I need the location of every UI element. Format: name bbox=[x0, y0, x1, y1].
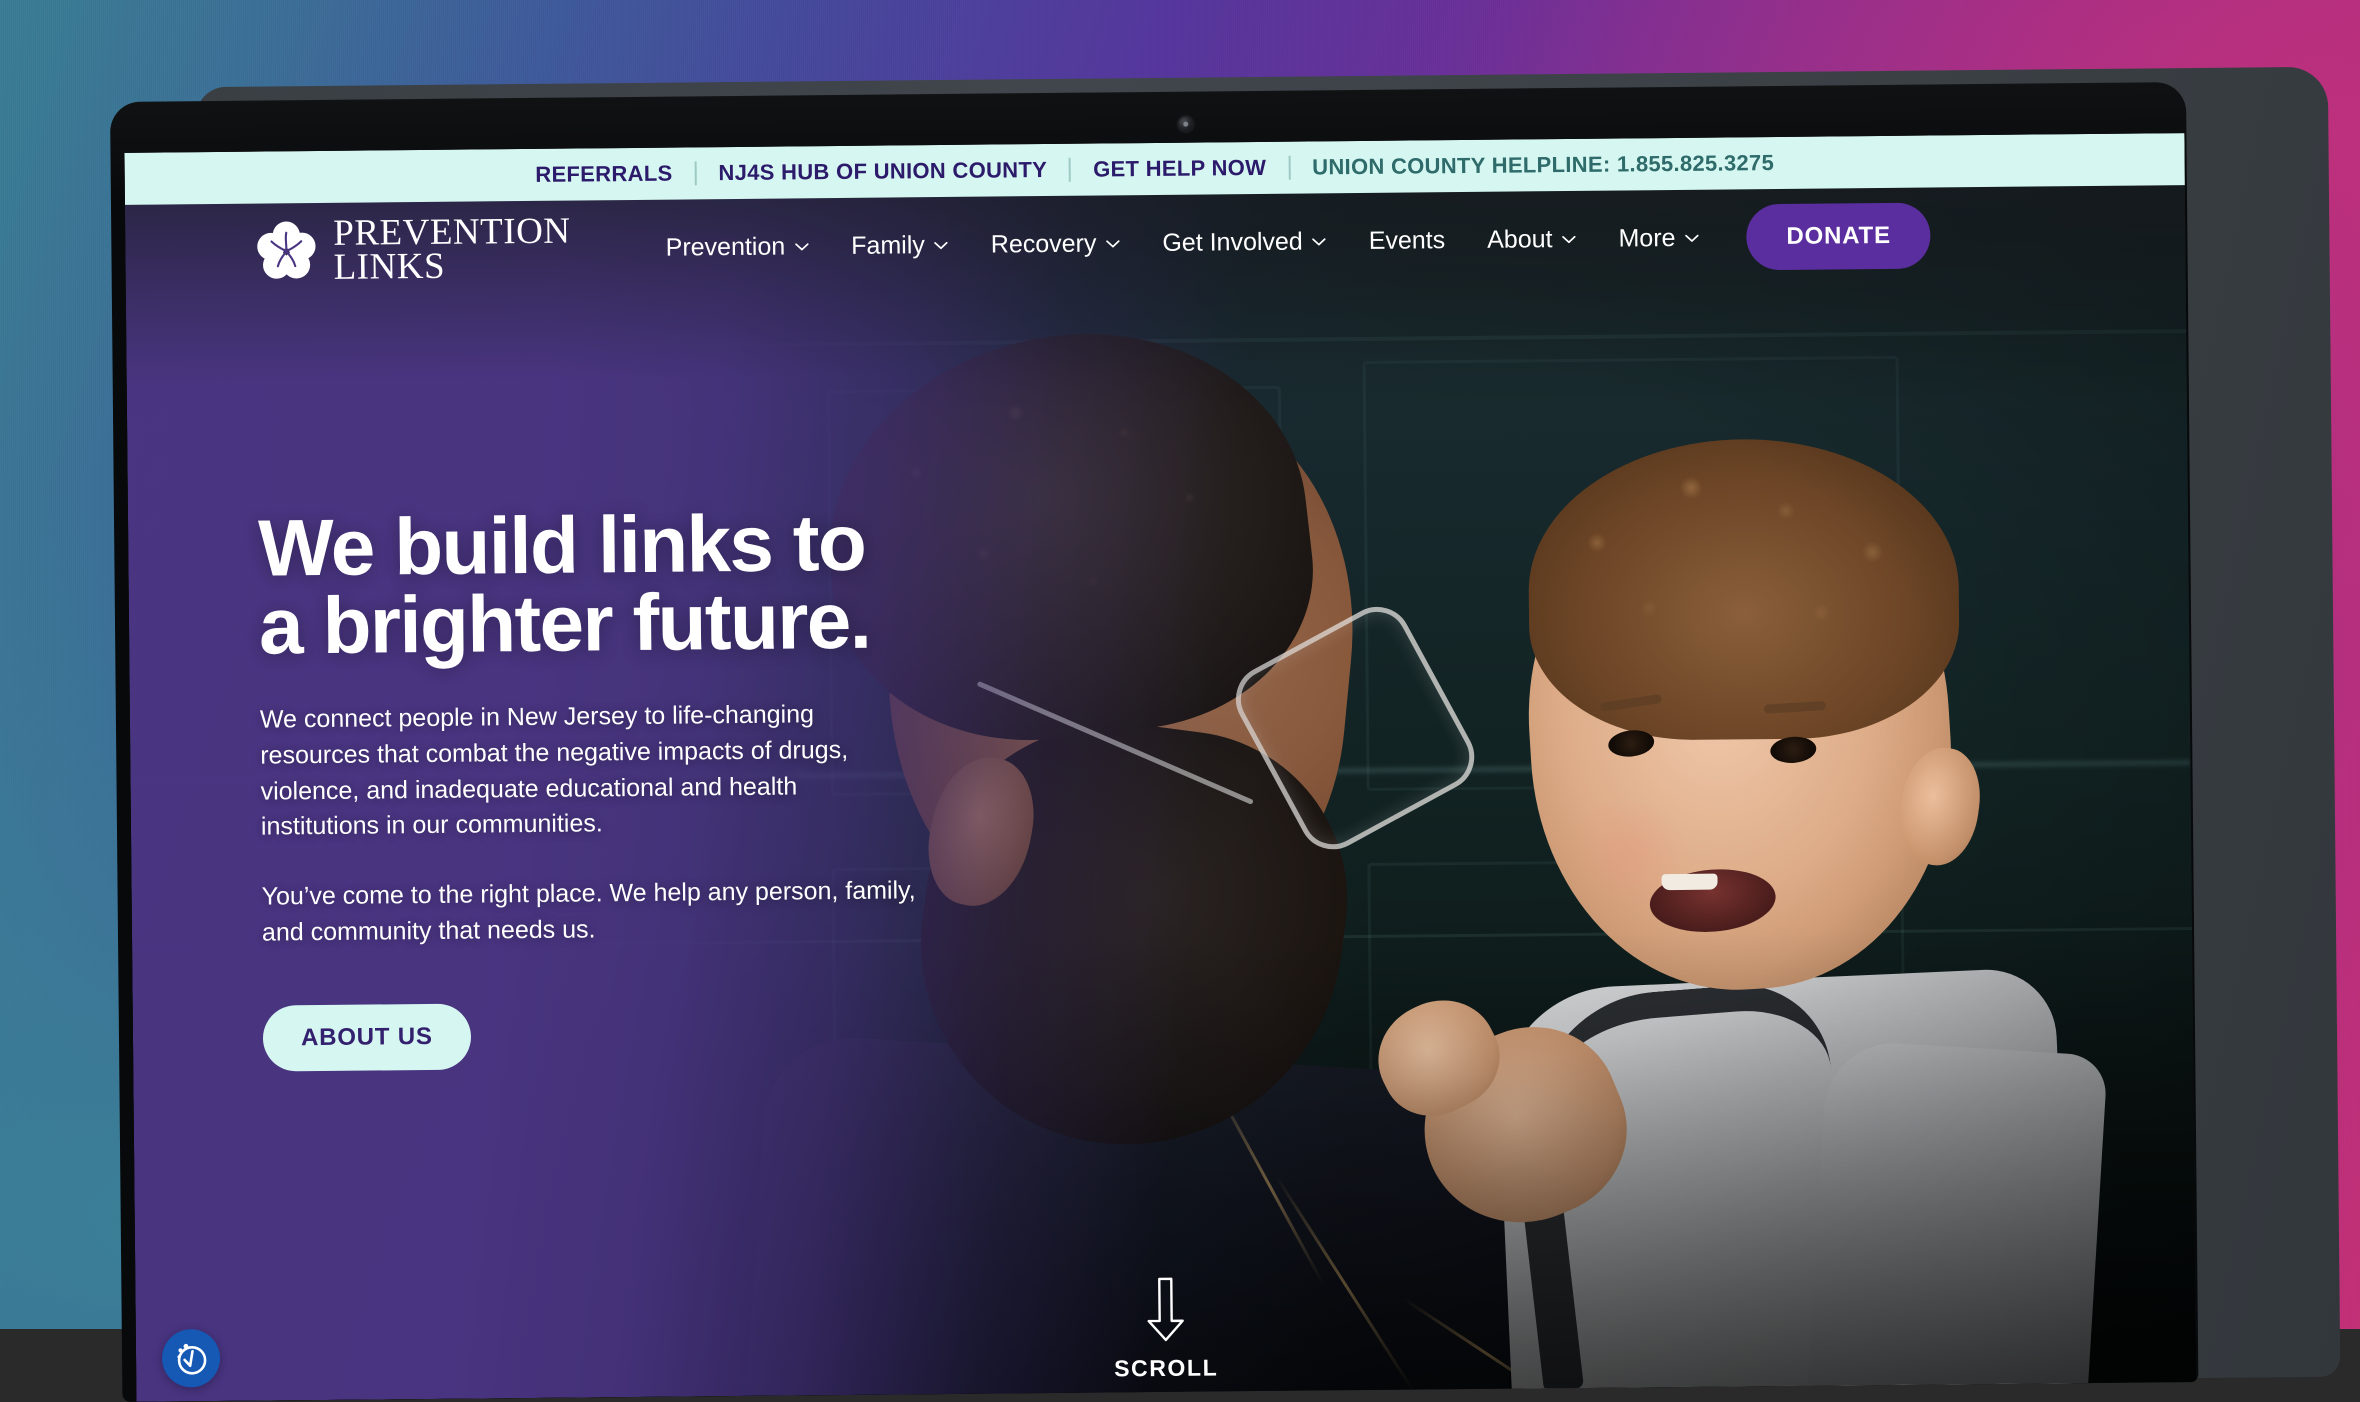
webcam-dot-icon bbox=[1178, 117, 1193, 132]
nav-item-label: More bbox=[1618, 223, 1675, 253]
nav-item-label: Get Involved bbox=[1162, 227, 1303, 257]
hero-title: We build links to a brighter future. bbox=[258, 503, 959, 665]
nav-item-label: About bbox=[1487, 225, 1553, 255]
logo-line-2: LINKS bbox=[333, 249, 571, 285]
nav-item-label: Family bbox=[851, 231, 925, 261]
chevron-down-icon bbox=[794, 242, 809, 251]
nav-item-events[interactable]: Events bbox=[1348, 215, 1467, 265]
chevron-down-icon bbox=[1105, 239, 1120, 248]
chevron-down-icon bbox=[934, 240, 949, 249]
prevention-links-pinwheel-logo-icon bbox=[255, 220, 318, 283]
topbar-link-nj4s-hub[interactable]: NJ4S HUB OF UNION COUNTY bbox=[696, 157, 1069, 187]
accessibility-checkmark-icon bbox=[171, 1338, 211, 1378]
topbar-link-referrals[interactable]: REFERRALS bbox=[513, 160, 694, 188]
nav-item-more[interactable]: More bbox=[1597, 213, 1720, 263]
nav-item-label: Prevention bbox=[666, 232, 786, 262]
nav-item-label: Recovery bbox=[991, 229, 1097, 259]
hero-paragraph-1: We connect people in New Jersey to life-… bbox=[260, 696, 921, 845]
logo-line-1: PREVENTION bbox=[333, 215, 571, 251]
laptop-device: REFERRALS NJ4S HUB OF UNION COUNTY GET H… bbox=[110, 81, 2262, 1391]
hero-copy-block: We build links to a brighter future. We … bbox=[258, 503, 963, 1071]
accessibility-widget-button[interactable] bbox=[162, 1329, 221, 1388]
chevron-down-icon bbox=[1684, 233, 1699, 242]
browser-screen: REFERRALS NJ4S HUB OF UNION COUNTY GET H… bbox=[124, 133, 2196, 1402]
nav-item-about[interactable]: About bbox=[1466, 214, 1598, 264]
utility-topbar-links: REFERRALS NJ4S HUB OF UNION COUNTY GET H… bbox=[513, 150, 1796, 188]
main-navigation: PREVENTION LINKS Prevention Family bbox=[125, 185, 2186, 301]
nav-item-get-involved[interactable]: Get Involved bbox=[1141, 217, 1348, 268]
laptop-bezel: REFERRALS NJ4S HUB OF UNION COUNTY GET H… bbox=[110, 82, 2198, 1402]
hero-paragraph-2: You’ve come to the right place. We help … bbox=[261, 873, 922, 951]
webcam-lens bbox=[1183, 122, 1188, 127]
scroll-indicator[interactable]: SCROLL bbox=[1113, 1276, 1218, 1382]
site-logo-wordmark: PREVENTION LINKS bbox=[333, 215, 571, 285]
topbar-link-union-county-helpline[interactable]: UNION COUNTY HELPLINE: 1.855.825.3275 bbox=[1290, 150, 1796, 181]
nav-item-recovery[interactable]: Recovery bbox=[970, 219, 1142, 270]
arrow-down-icon bbox=[1145, 1277, 1186, 1343]
nav-item-family[interactable]: Family bbox=[830, 220, 970, 270]
about-us-button[interactable]: ABOUT US bbox=[263, 1003, 471, 1071]
hero-section: PREVENTION LINKS Prevention Family bbox=[125, 185, 2196, 1402]
chevron-down-icon bbox=[1312, 237, 1327, 246]
nav-item-prevention[interactable]: Prevention bbox=[644, 222, 830, 273]
nav-item-label: Events bbox=[1369, 226, 1446, 256]
chevron-down-icon bbox=[1561, 234, 1576, 243]
topbar-link-get-help-now[interactable]: GET HELP NOW bbox=[1071, 155, 1288, 183]
primary-nav-links: Prevention Family Recovery Get I bbox=[644, 203, 1931, 281]
scroll-label: SCROLL bbox=[1114, 1354, 1218, 1382]
hero-title-line-2: a brighter future. bbox=[259, 575, 871, 670]
donate-button[interactable]: DONATE bbox=[1746, 203, 1931, 271]
site-logo-link[interactable]: PREVENTION LINKS bbox=[255, 215, 571, 286]
